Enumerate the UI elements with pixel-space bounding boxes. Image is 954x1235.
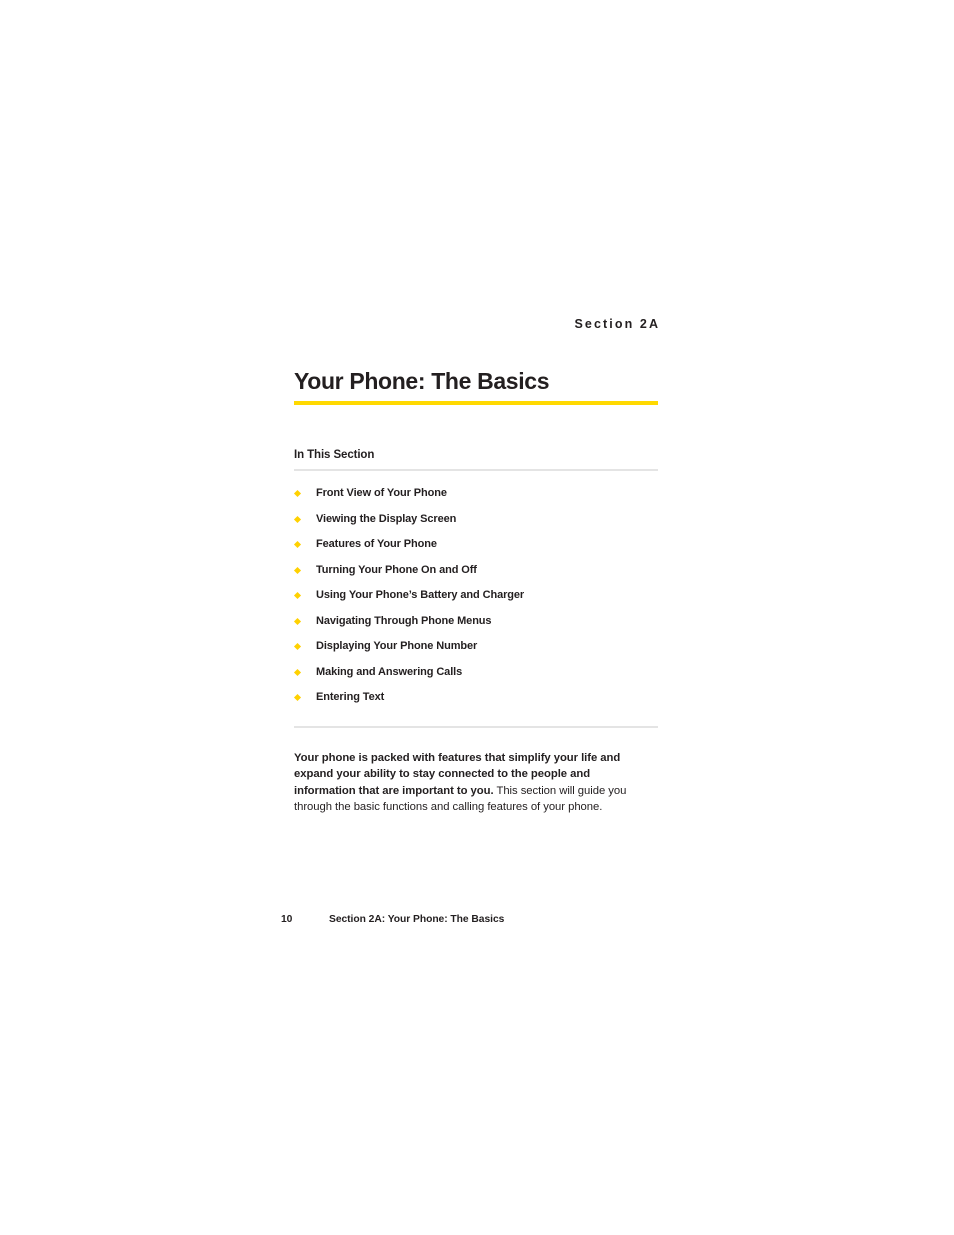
diamond-bullet-icon	[293, 617, 302, 625]
list-item[interactable]: Turning Your Phone On and Off	[293, 563, 658, 590]
list-item-label: Viewing the Display Screen	[316, 512, 457, 525]
list-item[interactable]: Front View of Your Phone	[293, 487, 658, 513]
list-item-label: Turning Your Phone On and Off	[316, 563, 477, 576]
diamond-bullet-icon	[293, 591, 302, 600]
list-item[interactable]: Features of Your Phone	[293, 538, 658, 564]
list-item[interactable]: Navigating Through Phone Menus	[293, 614, 658, 641]
diamond-bullet-icon	[293, 693, 302, 702]
list-item[interactable]: Making and Answering Calls	[293, 665, 658, 692]
diamond-bullet-icon	[293, 489, 302, 498]
list-item-label: Making and Answering Calls	[316, 665, 463, 678]
list-item-label: Front View of Your Phone	[316, 487, 447, 499]
list-item-label: Using Your Phone’s Battery and Charger	[316, 589, 525, 601]
section-contents-list: Front View of Your Phone Viewing the Dis…	[293, 487, 658, 717]
diamond-bullet-icon	[293, 515, 302, 523]
page-footer: 10 Section 2A: Your Phone: The Basics	[281, 913, 504, 927]
footer-page-number: 10	[281, 914, 293, 925]
list-item-label: Displaying Your Phone Number	[316, 640, 478, 652]
diamond-bullet-icon	[293, 668, 302, 676]
list-item-label: Navigating Through Phone Menus	[316, 614, 492, 627]
list-item[interactable]: Entering Text	[293, 691, 658, 717]
list-item-label: Entering Text	[316, 691, 385, 703]
list-item[interactable]: Displaying Your Phone Number	[293, 640, 658, 666]
intro-paragraph: Your phone is packed with features that …	[294, 750, 642, 816]
page-content: Section 2A Your Phone: The Basics In Thi…	[293, 316, 661, 816]
diamond-bullet-icon	[293, 642, 302, 651]
in-this-section-divider	[294, 469, 658, 471]
list-item[interactable]: Viewing the Display Screen	[293, 512, 658, 539]
intro-divider	[294, 725, 658, 728]
list-item[interactable]: Using Your Phone’s Battery and Charger	[293, 589, 658, 615]
diamond-bullet-icon	[293, 566, 302, 574]
title-accent-rule	[294, 401, 658, 405]
document-page: Section 2A Your Phone: The Basics In Thi…	[0, 0, 954, 1235]
diamond-bullet-icon	[293, 540, 302, 549]
section-eyebrow: Section 2A	[574, 317, 661, 331]
footer-section-title: Section 2A: Your Phone: The Basics	[329, 914, 505, 925]
list-item-label: Features of Your Phone	[316, 538, 437, 550]
page-title: Your Phone: The Basics	[294, 368, 550, 394]
in-this-section-heading: In This Section	[294, 449, 375, 461]
